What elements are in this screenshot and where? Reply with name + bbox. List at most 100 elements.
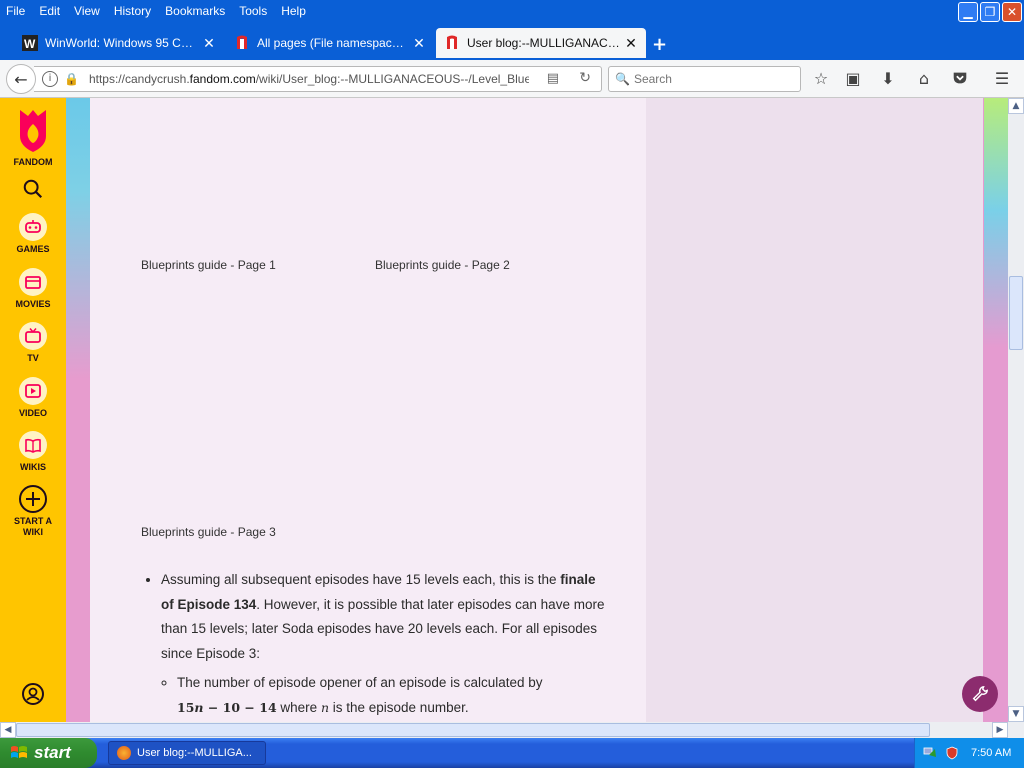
svg-text:W: W [24, 37, 36, 51]
back-button[interactable]: ← [6, 64, 36, 94]
reload-icon[interactable]: ↻ [579, 70, 591, 86]
search-icon: 🔍 [615, 72, 630, 86]
hamburger-menu-icon[interactable]: ☰ [992, 69, 1012, 89]
clock[interactable]: 7:50 AM [971, 747, 1011, 759]
fandom-heart-icon [20, 110, 46, 152]
windows-flag-icon [11, 746, 27, 758]
fandom-nav-label: MOVIES [15, 299, 51, 309]
fandom-search[interactable] [0, 178, 66, 200]
blueprint-caption-page-2: Blueprints guide - Page 2 [375, 258, 510, 272]
blueprint-caption-page-1: Blueprints guide - Page 1 [141, 258, 276, 272]
fandom-nav-start-wiki[interactable]: START A WIKI [0, 484, 66, 538]
nav-bar: i 🔒 https://candycrush.fandom.com/wiki/U… [0, 60, 1024, 98]
user-icon [22, 683, 44, 705]
list-item: Assuming all subsequent episodes have 15… [161, 568, 611, 720]
url-text[interactable]: https://candycrush.fandom.com/wiki/User_… [89, 72, 529, 86]
bookmark-star-icon[interactable]: ☆ [811, 69, 831, 89]
network-icon[interactable] [923, 746, 937, 760]
fandom-nav-video[interactable]: VIDEO [0, 377, 66, 418]
fandom-nav-movies[interactable]: MOVIES [0, 268, 66, 309]
minimize-button[interactable]: ▁ [958, 2, 978, 22]
close-tab-icon[interactable]: ✕ [412, 35, 426, 52]
search-input[interactable] [631, 71, 796, 87]
scroll-left-button[interactable]: ◀ [0, 722, 16, 738]
reader-view-icon[interactable]: ▤ [547, 71, 559, 86]
scroll-thumb[interactable] [16, 723, 930, 737]
security-shield-icon[interactable] [945, 746, 959, 760]
search-bar[interactable]: 🔍 [608, 66, 801, 92]
blueprint-caption-page-3: Blueprints guide - Page 3 [141, 525, 276, 539]
community-tools-button[interactable] [962, 676, 998, 712]
plus-icon [19, 485, 47, 513]
scroll-up-button[interactable]: ▲ [1008, 98, 1024, 114]
horizontal-scrollbar[interactable]: ◀ ▶ [0, 722, 1008, 738]
tab-user-blog[interactable]: User blog:--MULLIGANACEOU... ✕ [436, 28, 646, 58]
taskbar: start User blog:--MULLIGA... 7:50 AM [0, 738, 1024, 768]
fandom-nav-games[interactable]: GAMES [0, 213, 66, 254]
menu-edit[interactable]: Edit [32, 4, 67, 18]
article-bullets: Assuming all subsequent episodes have 15… [141, 568, 611, 720]
fandom-nav-wikis[interactable]: WIKIS [0, 431, 66, 472]
home-icon[interactable]: ⌂ [914, 69, 934, 89]
tab-label: User blog:--MULLIGANACEOU... [467, 36, 620, 50]
menu-file[interactable]: File [0, 4, 32, 18]
task-label: User blog:--MULLIGA... [137, 747, 252, 759]
reading-list-icon[interactable]: ▣ [843, 69, 863, 89]
math-variable: n [320, 699, 329, 715]
pocket-icon[interactable] [950, 69, 970, 89]
tv-icon [25, 328, 41, 343]
fandom-nav-tv[interactable]: TV [0, 322, 66, 363]
menu-help[interactable]: Help [274, 4, 313, 18]
close-tab-icon[interactable]: ✕ [624, 35, 638, 52]
games-icon [25, 220, 41, 233]
lock-icon[interactable]: 🔒 [64, 72, 79, 86]
info-icon[interactable]: i [42, 71, 58, 87]
list-item: The number of episode opener of an episo… [177, 671, 611, 720]
taskbar-firefox-window[interactable]: User blog:--MULLIGA... [108, 741, 266, 765]
close-window-button[interactable]: ✕ [1002, 2, 1022, 22]
system-tray: 7:50 AM [914, 738, 1024, 768]
tab-bar: W WinWorld: Windows 95 Chicago ✕ All pag… [0, 22, 1024, 60]
wrench-icon [972, 686, 988, 702]
fandom-nav-label: TV [27, 353, 39, 363]
scroll-thumb[interactable] [1009, 276, 1023, 350]
page-content: FANDOM GAMES MOVIES TV VIDEO WIKIS START… [0, 98, 1008, 722]
start-button[interactable]: start [0, 738, 97, 768]
fandom-nav-label: VIDEO [18, 408, 47, 418]
tab-winworld[interactable]: W WinWorld: Windows 95 Chicago ✕ [14, 28, 224, 58]
movies-icon [25, 276, 41, 289]
menu-bar: File Edit View History Bookmarks Tools H… [0, 0, 1024, 22]
candy-icon [237, 35, 247, 49]
winworld-icon: W [22, 35, 38, 51]
close-tab-icon[interactable]: ✕ [202, 35, 216, 52]
window-controls: ▁ ❐ ✕ [958, 2, 1022, 22]
math-formula: 15n − 10 − 14 [177, 699, 277, 715]
fandom-nav-label: GAMES [16, 244, 50, 254]
candy-icon [447, 35, 457, 49]
scroll-right-button[interactable]: ▶ [992, 722, 1008, 738]
search-icon [23, 179, 43, 199]
start-label: start [34, 743, 71, 762]
download-icon[interactable]: ⬇ [878, 69, 898, 89]
fandom-logo[interactable]: FANDOM [0, 106, 66, 167]
right-rail [646, 98, 983, 722]
menu-bookmarks[interactable]: Bookmarks [158, 4, 232, 18]
tab-label: WinWorld: Windows 95 Chicago [45, 36, 198, 50]
restore-button[interactable]: ❐ [980, 2, 1000, 22]
scroll-down-button[interactable]: ▼ [1008, 706, 1024, 722]
vertical-scrollbar[interactable]: ▲ ▼ [1008, 98, 1024, 722]
menu-tools[interactable]: Tools [232, 4, 274, 18]
tab-label: All pages (File namespace) | ... [257, 36, 408, 50]
new-tab-button[interactable]: + [652, 34, 667, 55]
scrollbar-corner [1008, 722, 1024, 738]
background-art-left [66, 98, 90, 722]
tab-all-pages[interactable]: All pages (File namespace) | ... ✕ [226, 28, 434, 58]
video-icon [25, 384, 41, 398]
firefox-icon [117, 746, 131, 760]
menu-view[interactable]: View [67, 4, 107, 18]
url-bar[interactable]: i 🔒 https://candycrush.fandom.com/wiki/U… [34, 66, 602, 92]
fandom-nav-label: START A WIKI [14, 516, 52, 537]
fandom-nav-label: WIKIS [20, 462, 46, 472]
menu-history[interactable]: History [107, 4, 158, 18]
fandom-user-account[interactable] [0, 682, 66, 706]
